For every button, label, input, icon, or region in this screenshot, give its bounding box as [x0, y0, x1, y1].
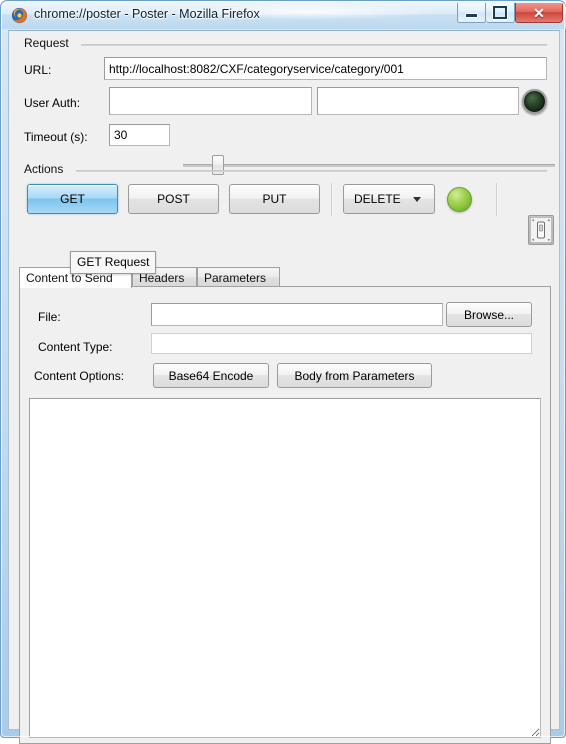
get-button-label: GET	[60, 192, 85, 206]
timeout-label: Timeout (s):	[24, 130, 88, 144]
post-button-label: POST	[157, 192, 190, 206]
toggle-switch-button[interactable]	[528, 215, 554, 245]
actions-group-separator	[76, 170, 547, 172]
close-icon: ✕	[533, 4, 545, 21]
user-auth-password-input[interactable]	[317, 87, 519, 115]
timeout-slider-track[interactable]	[183, 164, 555, 167]
request-group-label: Request	[20, 36, 73, 50]
get-button[interactable]: GET	[27, 184, 118, 214]
tooltip: GET Request	[70, 251, 157, 274]
content-type-label: Content Type:	[38, 340, 113, 354]
chevron-down-icon	[412, 196, 421, 202]
body-from-parameters-button[interactable]: Body from Parameters	[277, 363, 432, 388]
maximize-icon	[493, 6, 507, 19]
tooltip-text: GET Request	[77, 255, 150, 269]
tab-parameters-label: Parameters	[204, 270, 267, 285]
toggle-switch-icon	[529, 216, 553, 244]
url-input[interactable]	[104, 57, 547, 80]
tab-parameters[interactable]: Parameters	[197, 267, 280, 287]
browse-button[interactable]: Browse...	[446, 302, 532, 327]
request-group-separator	[81, 44, 547, 46]
file-input[interactable]	[151, 303, 443, 326]
file-label: File:	[38, 310, 61, 324]
timeout-slider-thumb[interactable]	[212, 155, 224, 175]
maximize-button[interactable]	[486, 3, 515, 23]
actions-group-label: Actions	[20, 162, 68, 176]
auth-status-led	[522, 89, 547, 114]
content-type-input[interactable]	[151, 333, 532, 354]
body-from-parameters-button-label: Body from Parameters	[294, 368, 415, 383]
user-auth-label: User Auth:	[24, 96, 81, 110]
request-status-led	[447, 187, 472, 212]
window-title: chrome://poster - Poster - Mozilla Firef…	[34, 7, 260, 21]
base64-encode-button[interactable]: Base64 Encode	[153, 363, 269, 388]
minimize-icon	[465, 13, 478, 18]
put-button-label: PUT	[262, 192, 287, 206]
minimize-button[interactable]	[457, 3, 486, 23]
request-body-editor[interactable]	[29, 398, 541, 738]
firefox-icon	[11, 7, 28, 24]
base64-encode-button-label: Base64 Encode	[168, 368, 254, 383]
post-button[interactable]: POST	[128, 184, 219, 214]
application-window: chrome://poster - Poster - Mozilla Firef…	[0, 0, 566, 744]
close-button[interactable]: ✕	[515, 3, 563, 23]
user-auth-username-input[interactable]	[109, 87, 312, 115]
delete-button-label: DELETE	[354, 192, 401, 206]
browse-button-label: Browse...	[463, 307, 514, 322]
actions-separator-1	[331, 183, 333, 216]
url-label: URL:	[24, 63, 52, 77]
title-bar[interactable]: chrome://poster - Poster - Mozilla Firef…	[2, 2, 566, 29]
actions-separator-2	[496, 183, 498, 216]
timeout-input[interactable]	[109, 124, 170, 146]
dialog-client-area: Request URL: User Auth: Timeout (s): Act…	[8, 30, 560, 744]
content-options-label: Content Options:	[34, 369, 125, 383]
delete-dropdown-button[interactable]: DELETE	[343, 184, 435, 214]
put-button[interactable]: PUT	[229, 184, 320, 214]
